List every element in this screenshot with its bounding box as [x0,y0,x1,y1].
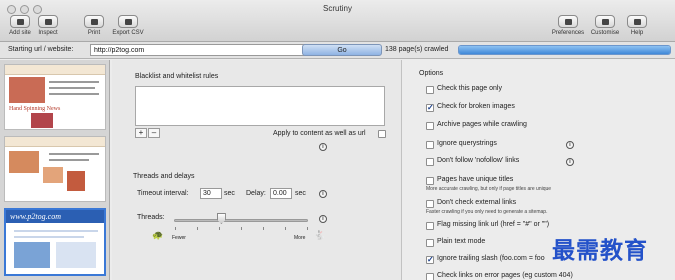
starting-url-label: Starting url / website: [8,46,74,53]
option-label: Check for broken images [437,103,515,110]
option-label: Plain text mode [437,238,486,245]
print-label: Print [87,30,101,36]
apply-content-label: Apply to content as well as url [273,130,366,137]
add-rule-button[interactable]: + [135,128,147,138]
export-csv-button[interactable]: Export CSV [108,15,148,36]
window-title: Scrutiny [323,4,352,13]
site-thumbnail[interactable] [4,136,106,202]
delay-label: Delay: [246,190,266,197]
option-checkbox[interactable] [426,273,434,280]
url-bar: Starting url / website: Go 138 page(s) c… [0,42,675,59]
delay-input[interactable]: 0.00 [270,188,292,199]
blacklist-rules-list[interactable] [135,86,385,126]
inspect-label: Inspect [38,30,58,36]
tortoise-icon: 🐢 [152,230,164,240]
option-checkbox[interactable] [426,86,434,94]
preferences-label: Preferences [551,30,585,36]
blacklist-heading: Blacklist and whitelist rules [135,73,219,80]
option-label: Don't check external links [437,199,517,206]
option-label: Ignore trailing slash (foo.com = foo [437,255,545,262]
help-button[interactable]: Help [617,15,657,36]
preferences-icon [558,15,578,28]
info-icon[interactable]: i [319,143,327,151]
timeout-input[interactable]: 30 [200,188,222,199]
info-icon[interactable]: i [566,158,574,166]
option-checkbox[interactable] [426,122,434,130]
threads-label: Threads: [137,214,165,221]
info-icon[interactable]: i [566,141,574,149]
more-label: More [294,235,306,241]
hare-icon: 🐇 [314,230,326,240]
export-csv-label: Export CSV [112,30,144,36]
customise-label: Customise [590,30,620,36]
option-checkbox[interactable] [426,239,434,247]
timeout-label: Timeout interval: [137,190,189,197]
crawl-progress-bar [458,45,671,55]
apply-content-checkbox[interactable] [378,130,386,138]
site-thumbnail-selected[interactable]: www.p2tog.com [4,208,106,276]
preferences-button[interactable]: Preferences [548,15,588,36]
timeout-unit: sec [224,190,235,197]
watermark: 最需教育 [552,238,648,264]
fewer-label: Fewer [172,235,186,241]
threads-slider[interactable] [174,219,308,222]
option-label: Check this page only [437,85,502,92]
option-label: Check links on error pages (eg custom 40… [437,272,573,279]
option-checkbox[interactable] [426,103,434,112]
option-checkbox[interactable] [426,158,434,166]
starting-url-input[interactable] [90,44,318,56]
customise-icon [595,15,615,28]
help-icon [627,15,647,28]
site-thumbnail[interactable]: Hand Spinning News [4,64,106,130]
options-heading: Options [419,70,444,77]
inspect-icon [38,15,58,28]
option-checkbox[interactable] [426,177,434,185]
help-label: Help [630,30,644,36]
go-button[interactable]: Go [302,44,382,56]
print-icon [84,15,104,28]
site-thumbnails: Hand Spinning News www.p2tog.com [0,60,110,280]
option-label: Pages have unique titles [437,176,514,183]
option-checkbox[interactable] [426,200,434,208]
crawl-status: 138 page(s) crawled [385,46,449,53]
option-label: Ignore querystrings [437,140,497,147]
export-csv-icon [118,15,138,28]
option-description: Faster crawling if you only need to gene… [426,209,548,215]
thumbnail-title: www.p2tog.com [6,210,104,223]
option-checkbox[interactable] [426,222,434,230]
thumbnail-title: Hand Spinning News [9,106,61,112]
delay-unit: sec [295,190,306,197]
info-icon[interactable]: i [319,190,327,198]
window-titlebar: Scrutiny Add site Inspect Print Export C… [0,0,675,42]
threads-heading: Threads and delays [133,173,195,180]
remove-rule-button[interactable]: – [148,128,160,138]
option-label: Flag missing link url (href = "#" or "") [437,221,550,228]
option-label: Archive pages while crawling [437,121,527,128]
add-site-icon [10,15,30,28]
inspect-button[interactable]: Inspect [28,15,68,36]
option-checkbox[interactable] [426,141,434,149]
crawl-progress-fill [459,46,670,54]
info-icon[interactable]: i [319,215,327,223]
option-description: More accurate crawling, but only if page… [426,186,552,192]
option-checkbox[interactable] [426,255,434,264]
option-label: Don't follow 'nofollow' links [437,157,520,164]
